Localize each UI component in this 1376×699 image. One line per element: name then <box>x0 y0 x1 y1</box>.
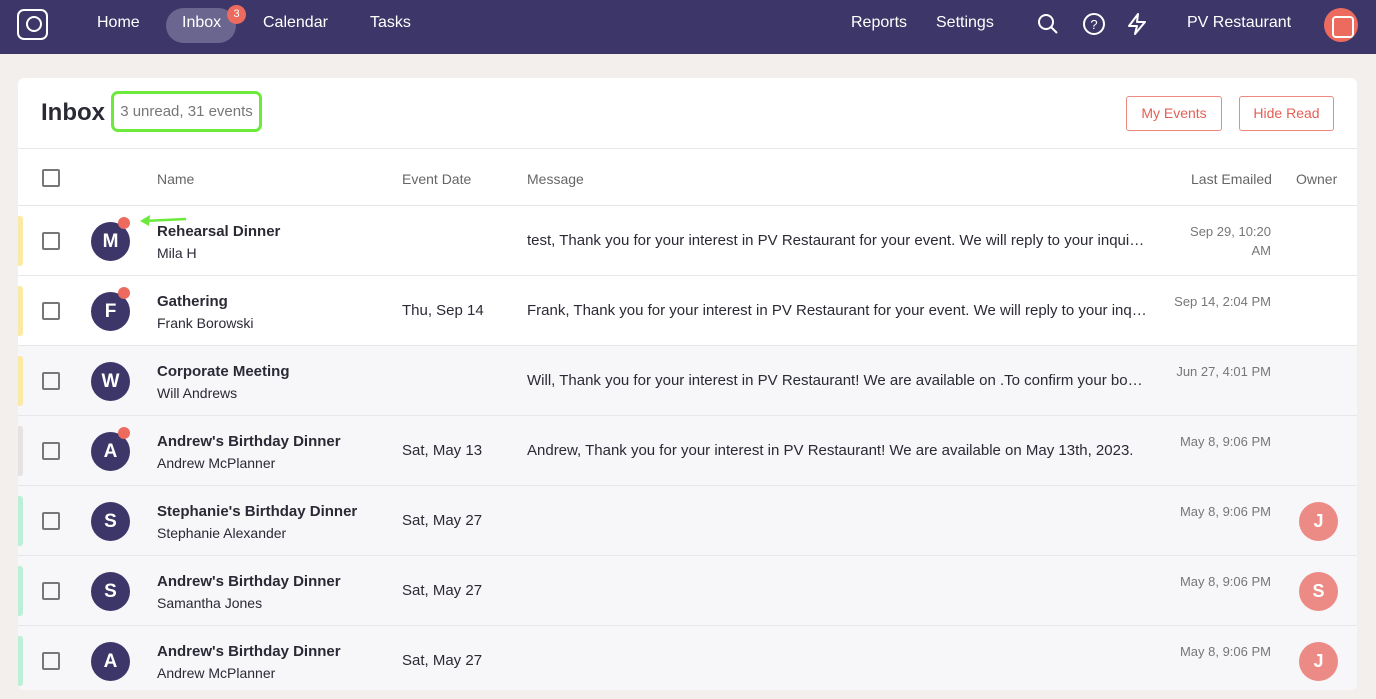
message-preview: Frank, Thank you for your interest in PV… <box>527 302 1147 319</box>
status-bar <box>18 636 23 686</box>
unread-dot <box>118 287 130 299</box>
table-row[interactable]: F Gathering Frank Borowski Thu, Sep 14 F… <box>18 276 1357 346</box>
person-name: Will Andrews <box>157 385 237 401</box>
message-preview: Will, Thank you for your interest in PV … <box>527 372 1147 389</box>
row-checkbox[interactable] <box>42 232 60 250</box>
message-preview: Andrew, Thank you for your interest in P… <box>527 442 1147 459</box>
avatar: S <box>91 572 130 611</box>
owner-avatar: S <box>1299 572 1338 611</box>
event-name[interactable]: Gathering <box>157 293 228 310</box>
account-name[interactable]: PV Restaurant <box>1187 14 1291 32</box>
event-name[interactable]: Andrew's Birthday Dinner <box>157 433 341 450</box>
last-emailed: Jun 27, 4:01 PM <box>1171 362 1271 381</box>
lightning-icon[interactable] <box>1125 12 1149 36</box>
status-bar <box>18 286 23 336</box>
nav-calendar[interactable]: Calendar <box>263 14 328 32</box>
nav-inbox[interactable]: Inbox <box>182 14 221 32</box>
account-avatar[interactable] <box>1324 8 1358 42</box>
help-icon[interactable]: ? <box>1082 12 1106 36</box>
select-all-checkbox[interactable] <box>42 169 60 187</box>
row-checkbox[interactable] <box>42 372 60 390</box>
last-emailed: May 8, 9:06 PM <box>1171 572 1271 591</box>
row-checkbox[interactable] <box>42 302 60 320</box>
event-date: Sat, May 27 <box>402 582 482 599</box>
avatar: A <box>91 642 130 681</box>
svg-text:?: ? <box>1090 17 1097 32</box>
app-logo[interactable] <box>17 9 48 40</box>
status-bar <box>18 356 23 406</box>
event-name[interactable]: Andrew's Birthday Dinner <box>157 643 341 660</box>
event-date: Thu, Sep 14 <box>402 302 484 319</box>
status-bar <box>18 496 23 546</box>
table-row[interactable]: M Rehearsal Dinner Mila H test, Thank yo… <box>18 206 1357 276</box>
inbox-summary: 3 unread, 31 events <box>111 91 262 132</box>
person-name: Andrew McPlanner <box>157 665 275 681</box>
col-owner: Owner <box>1296 171 1337 187</box>
row-checkbox[interactable] <box>42 652 60 670</box>
owner-avatar: J <box>1299 642 1338 681</box>
top-nav: Home Inbox 3 Calendar Tasks Reports Sett… <box>0 0 1376 54</box>
table-row[interactable]: A Andrew's Birthday Dinner Andrew McPlan… <box>18 626 1357 690</box>
status-bar <box>18 566 23 616</box>
avatar: S <box>91 502 130 541</box>
event-name[interactable]: Corporate Meeting <box>157 363 290 380</box>
col-last-emailed[interactable]: Last Emailed <box>1191 171 1272 187</box>
table-row[interactable]: S Stephanie's Birthday Dinner Stephanie … <box>18 486 1357 556</box>
status-bar <box>18 426 23 476</box>
unread-dot <box>118 427 130 439</box>
inbox-badge: 3 <box>227 5 246 24</box>
row-checkbox[interactable] <box>42 442 60 460</box>
nav-settings[interactable]: Settings <box>936 14 994 32</box>
col-name[interactable]: Name <box>157 171 194 187</box>
table-row[interactable]: A Andrew's Birthday Dinner Andrew McPlan… <box>18 416 1357 486</box>
inbox-card: Inbox 3 unread, 31 events My Events Hide… <box>18 78 1357 690</box>
annotation-arrow-icon <box>138 212 190 228</box>
avatar: W <box>91 362 130 401</box>
hide-read-button[interactable]: Hide Read <box>1239 96 1334 131</box>
last-emailed: May 8, 9:06 PM <box>1171 502 1271 521</box>
last-emailed: May 8, 9:06 PM <box>1171 432 1271 451</box>
event-name[interactable]: Andrew's Birthday Dinner <box>157 573 341 590</box>
last-emailed: Sep 14, 2:04 PM <box>1171 292 1271 311</box>
nav-reports[interactable]: Reports <box>851 14 907 32</box>
last-emailed: May 8, 9:06 PM <box>1171 642 1271 661</box>
event-date: Sat, May 27 <box>402 652 482 669</box>
event-date: Sat, May 13 <box>402 442 482 459</box>
event-date: Sat, May 27 <box>402 512 482 529</box>
person-name: Stephanie Alexander <box>157 525 286 541</box>
search-icon[interactable] <box>1036 12 1060 36</box>
event-name[interactable]: Stephanie's Birthday Dinner <box>157 503 357 520</box>
person-name: Frank Borowski <box>157 315 253 331</box>
table-header: Name Event Date Message Last Emailed Own… <box>18 148 1357 206</box>
page-title: Inbox <box>41 99 105 127</box>
table-row[interactable]: W Corporate Meeting Will Andrews Will, T… <box>18 346 1357 416</box>
nav-home[interactable]: Home <box>97 14 140 32</box>
person-name: Samantha Jones <box>157 595 262 611</box>
my-events-button[interactable]: My Events <box>1126 96 1222 131</box>
unread-dot <box>118 217 130 229</box>
table-row[interactable]: S Andrew's Birthday Dinner Samantha Jone… <box>18 556 1357 626</box>
person-name: Andrew McPlanner <box>157 455 275 471</box>
status-bar <box>18 216 23 266</box>
last-emailed: Sep 29, 10:20 AM <box>1171 222 1271 260</box>
row-checkbox[interactable] <box>42 582 60 600</box>
person-name: Mila H <box>157 245 197 261</box>
owner-avatar: J <box>1299 502 1338 541</box>
nav-tasks[interactable]: Tasks <box>370 14 411 32</box>
message-preview: test, Thank you for your interest in PV … <box>527 232 1147 249</box>
row-checkbox[interactable] <box>42 512 60 530</box>
col-event-date[interactable]: Event Date <box>402 171 471 187</box>
col-message: Message <box>527 171 584 187</box>
